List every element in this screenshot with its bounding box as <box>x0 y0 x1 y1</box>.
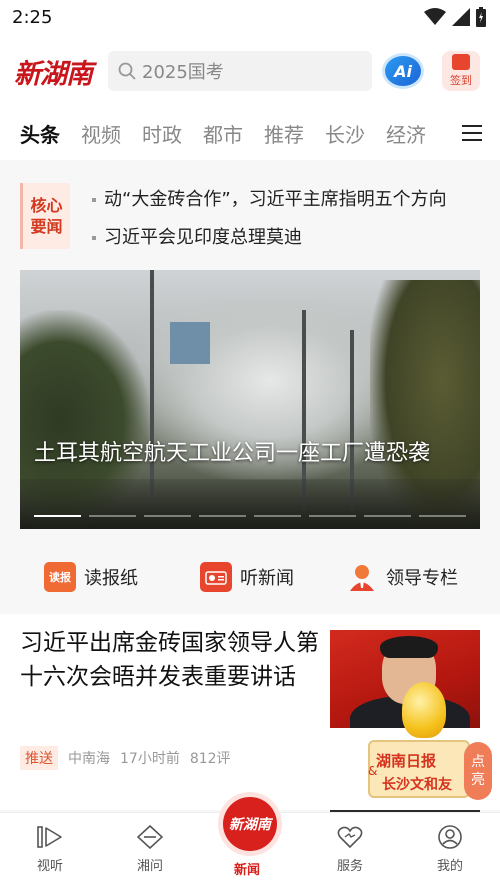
status-bar: 2:25 <box>0 0 500 34</box>
thumbnail-figure <box>380 636 438 658</box>
search-icon <box>118 62 136 80</box>
battery-icon <box>476 7 486 27</box>
core-news-item[interactable]: 动“大金砖合作”，习近平主席指明五个方向 <box>92 185 447 211</box>
carousel-dot <box>309 515 356 517</box>
tab-economy[interactable]: 经济 <box>386 119 426 148</box>
carousel-dot <box>199 515 246 517</box>
nav-audiovisual[interactable]: 视听 <box>20 825 80 874</box>
core-news: 核心 要闻 动“大金砖合作”，习近平主席指明五个方向 习近平会见印度总理莫迪 <box>20 183 490 263</box>
signal-icon <box>452 8 470 26</box>
profile-icon <box>438 825 462 849</box>
hero-carousel[interactable]: 土耳其航空航天工业公司一座工厂遭恐袭 <box>20 270 480 529</box>
core-badge-line1: 核心 <box>30 196 63 215</box>
nav-service[interactable]: 服务 <box>320 825 380 874</box>
search-input[interactable]: 2025国考 <box>108 51 372 91</box>
ask-icon <box>137 825 163 849</box>
nav-label: 服务 <box>336 859 363 874</box>
core-news-text: 动“大金砖合作”，习近平主席指明五个方向 <box>104 189 447 210</box>
status-icons <box>424 7 486 27</box>
carousel-indicators <box>34 515 466 517</box>
article-meta: 推送 中南海 17小时前 812评 <box>20 746 241 770</box>
tab-recommend[interactable]: 推荐 <box>264 119 304 148</box>
tab-politics[interactable]: 时政 <box>142 119 182 148</box>
nav-ask[interactable]: 湘问 <box>120 825 180 874</box>
core-news-text: 习近平会见印度总理莫迪 <box>104 227 302 248</box>
leader-column-button[interactable]: 领导专栏 <box>346 562 458 592</box>
carousel-dot <box>254 515 301 517</box>
red-envelope-icon <box>452 54 470 70</box>
floating-promo[interactable]: 湖南日报 & 长沙文和友 点 亮 <box>366 680 494 808</box>
bottom-nav: 视听 湘问 新湖南 新闻 服务 我的 <box>0 797 500 888</box>
heart-service-icon <box>337 826 363 849</box>
shortcut-label: 读报纸 <box>84 568 138 589</box>
nav-profile[interactable]: 我的 <box>420 825 480 874</box>
top-bar: 新湖南 2025国考 Ai 签到 <box>0 44 500 98</box>
light-up-button[interactable]: 点 亮 <box>464 742 492 800</box>
nav-label: 我的 <box>436 859 463 874</box>
channel-tabs: 头条 视频 时政 都市 推荐 长沙 经济 <box>0 110 500 156</box>
nav-label: 湘问 <box>136 859 163 874</box>
hero-title: 土耳其航空航天工业公司一座工厂遭恐袭 <box>34 441 431 466</box>
article-title: 习近平出席金砖国家领导人第十六次会晤并发表重要讲话 <box>20 630 319 690</box>
search-placeholder: 2025国考 <box>142 62 224 83</box>
listen-news-button[interactable]: 听新闻 <box>200 562 294 592</box>
play-icon <box>37 826 62 848</box>
article-source: 中南海 <box>68 751 110 767</box>
checkin-label: 签到 <box>450 74 472 87</box>
status-time: 2:25 <box>12 6 53 28</box>
hero-image-sign <box>170 322 210 364</box>
news-logo-icon[interactable]: 新湖南 <box>223 797 277 851</box>
read-newspaper-button[interactable]: 读报 读报纸 <box>44 562 138 592</box>
shortcut-label: 领导专栏 <box>386 568 458 589</box>
hero-image-road <box>20 479 480 529</box>
push-tag: 推送 <box>20 746 58 770</box>
carousel-dot <box>419 515 466 517</box>
promo-amp: & <box>368 764 378 778</box>
nav-label: 视听 <box>36 859 63 874</box>
article-time: 17小时前 <box>120 751 180 767</box>
carousel-dot <box>144 515 191 517</box>
menu-icon[interactable] <box>462 124 482 142</box>
carousel-dot <box>364 515 411 517</box>
promo-line1: 湖南日报 <box>376 752 437 770</box>
tab-city[interactable]: 都市 <box>203 119 243 148</box>
core-news-badge: 核心 要闻 <box>20 183 70 249</box>
carousel-dot <box>34 515 81 517</box>
core-badge-line2: 要闻 <box>30 217 63 236</box>
newspaper-icon: 读报 <box>44 562 76 592</box>
ai-assistant-button[interactable]: Ai <box>382 53 424 89</box>
radio-icon <box>200 562 232 592</box>
ai-label: Ai <box>394 61 412 81</box>
shortcut-bar: 读报 读报纸 听新闻 领导专栏 <box>0 548 500 608</box>
checkin-button[interactable]: 签到 <box>442 51 480 91</box>
carousel-dot <box>89 515 136 517</box>
tab-headline[interactable]: 头条 <box>20 119 60 148</box>
bullet-icon <box>92 198 96 202</box>
wifi-icon <box>424 8 446 25</box>
core-news-item[interactable]: 习近平会见印度总理莫迪 <box>92 223 302 249</box>
article-comments: 812评 <box>189 751 231 767</box>
leader-icon <box>346 562 378 592</box>
promo-line2: 长沙文和友 <box>382 777 452 793</box>
tab-video[interactable]: 视频 <box>81 119 121 148</box>
shortcut-label: 听新闻 <box>240 568 294 589</box>
tab-changsha[interactable]: 长沙 <box>325 119 365 148</box>
lightbulb-icon <box>402 682 446 738</box>
app-logo: 新湖南 <box>14 58 93 90</box>
nav-label-news[interactable]: 新闻 <box>234 859 260 878</box>
bullet-icon <box>92 236 96 240</box>
